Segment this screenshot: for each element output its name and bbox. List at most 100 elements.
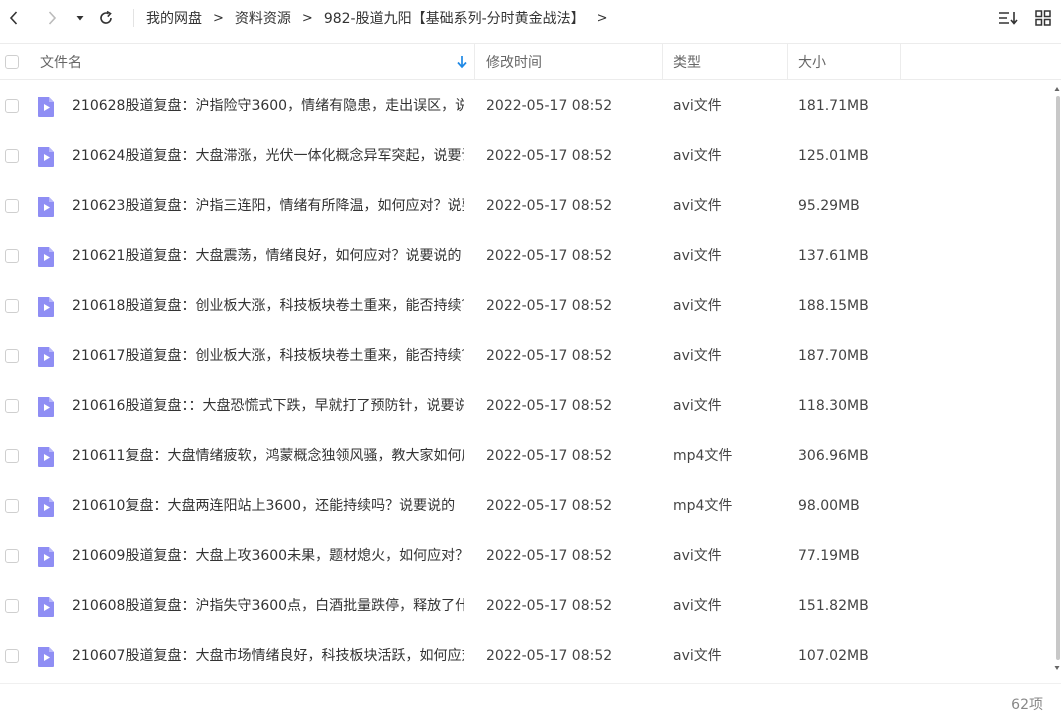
row-checkbox[interactable] bbox=[5, 649, 19, 663]
status-bar: 62项 bbox=[0, 683, 1061, 719]
file-size: 181.71MB bbox=[798, 98, 869, 114]
row-checkbox[interactable] bbox=[5, 549, 19, 563]
file-row[interactable]: 210618股道复盘：创业板大涨，科技板块卷土重来，能否持续？说要说的... 20… bbox=[0, 281, 1052, 331]
video-file-icon bbox=[38, 597, 54, 617]
row-checkbox[interactable] bbox=[5, 499, 19, 513]
refresh-button[interactable] bbox=[96, 6, 116, 30]
grid-view-icon bbox=[1035, 10, 1051, 26]
file-row[interactable]: 210623股道复盘：沪指三连阳，情绪有所降温，如何应对？说要说的（大中小...… bbox=[0, 181, 1052, 231]
sort-down-arrow-icon[interactable] bbox=[456, 55, 468, 69]
file-list-header: 文件名 修改时间 类型 大小 bbox=[0, 43, 1061, 80]
file-list: 210628股道复盘：沪指险守3600，情绪有隐患，走出误区，说要说的（大中小.… bbox=[0, 81, 1052, 682]
file-row[interactable]: 210621股道复盘：大盘震荡，情绪良好，如何应对？说要说的（大中小... 202… bbox=[0, 231, 1052, 281]
file-name[interactable]: 210611复盘：大盘情绪疲软，鸿蒙概念独领风骚，教大家如何应对... bbox=[72, 446, 464, 466]
breadcrumb-item-current-folder[interactable]: 982-股道九阳【基础系列-分时黄金战法】 bbox=[324, 8, 585, 28]
file-row[interactable]: 210616股道复盘：：大盘恐慌式下跌，早就打了预防针，说要说的（大中小... 2… bbox=[0, 381, 1052, 431]
file-size: 188.15MB bbox=[798, 298, 869, 314]
row-checkbox[interactable] bbox=[5, 199, 19, 213]
forward-button[interactable] bbox=[42, 6, 62, 30]
file-name[interactable]: 210616股道复盘：：大盘恐慌式下跌，早就打了预防针，说要说的（大中小... bbox=[72, 396, 464, 416]
file-name[interactable]: 210624股道复盘：大盘滞涨，光伏一体化概念异军突起，说要说的（大中小... bbox=[72, 146, 464, 166]
history-dropdown-button[interactable] bbox=[72, 6, 88, 30]
sort-options-button[interactable] bbox=[997, 8, 1019, 28]
file-name[interactable]: 210623股道复盘：沪指三连阳，情绪有所降温，如何应对？说要说的（大中小... bbox=[72, 196, 464, 216]
file-modified-time: 2022-05-17 08:52 bbox=[486, 298, 613, 314]
row-checkbox[interactable] bbox=[5, 299, 19, 313]
item-count: 62项 bbox=[1011, 697, 1043, 713]
file-name[interactable]: 210617股道复盘：创业板大涨，科技板块卷土重来，能否持续？说要说的... bbox=[72, 346, 464, 366]
column-divider[interactable] bbox=[787, 44, 788, 79]
row-checkbox[interactable] bbox=[5, 449, 19, 463]
file-row[interactable]: 210607股道复盘：大盘市场情绪良好，科技板块活跃，如何应对？说要... 202… bbox=[0, 631, 1052, 681]
select-all-checkbox[interactable] bbox=[5, 54, 19, 69]
file-row[interactable]: 210628股道复盘：沪指险守3600，情绪有隐患，走出误区，说要说的（大中小.… bbox=[0, 81, 1052, 131]
refresh-icon bbox=[100, 10, 112, 24]
column-header-mtime[interactable]: 修改时间 bbox=[486, 44, 542, 79]
scroll-down-arrow-icon[interactable] bbox=[1054, 665, 1060, 671]
file-name[interactable]: 210609股道复盘：大盘上攻3600未果，题材熄火，如何应对？说要说的... bbox=[72, 546, 464, 566]
video-file-icon bbox=[38, 297, 54, 317]
file-size: 98.00MB bbox=[798, 498, 860, 514]
sort-list-icon bbox=[999, 12, 1018, 25]
chevron-left-icon bbox=[9, 11, 18, 25]
file-type: avi文件 bbox=[673, 398, 722, 414]
file-row[interactable]: 210609股道复盘：大盘上攻3600未果，题材熄火，如何应对？说要说的... 2… bbox=[0, 531, 1052, 581]
file-name[interactable]: 210608股道复盘：沪指失守3600点，白酒批量跌停，释放了什么信号... bbox=[72, 596, 464, 616]
file-row[interactable]: 210624股道复盘：大盘滞涨，光伏一体化概念异军突起，说要说的（大中小... 2… bbox=[0, 131, 1052, 181]
back-button[interactable] bbox=[4, 6, 24, 30]
row-checkbox[interactable] bbox=[5, 349, 19, 363]
file-row[interactable]: 210617股道复盘：创业板大涨，科技板块卷土重来，能否持续？说要说的... 20… bbox=[0, 331, 1052, 381]
file-type: mp4文件 bbox=[673, 448, 733, 464]
breadcrumb-item-my-drive[interactable]: 我的网盘 bbox=[146, 8, 202, 28]
scroll-up-arrow-icon[interactable] bbox=[1054, 86, 1060, 92]
file-row[interactable]: 210611复盘：大盘情绪疲软，鸿蒙概念独领风骚，教大家如何应对... 2022-… bbox=[0, 431, 1052, 481]
file-size: 107.02MB bbox=[798, 648, 869, 664]
file-type: avi文件 bbox=[673, 298, 722, 314]
column-header-type[interactable]: 类型 bbox=[673, 44, 701, 79]
file-type: avi文件 bbox=[673, 148, 722, 164]
file-modified-time: 2022-05-17 08:52 bbox=[486, 348, 613, 364]
file-type: avi文件 bbox=[673, 548, 722, 564]
file-type: mp4文件 bbox=[673, 498, 733, 514]
file-size: 118.30MB bbox=[798, 398, 869, 414]
file-type: avi文件 bbox=[673, 198, 722, 214]
video-file-icon bbox=[38, 147, 54, 167]
file-type: avi文件 bbox=[673, 348, 722, 364]
breadcrumb-more-button[interactable]: > bbox=[597, 11, 608, 26]
row-checkbox[interactable] bbox=[5, 599, 19, 613]
file-modified-time: 2022-05-17 08:52 bbox=[486, 548, 613, 564]
file-modified-time: 2022-05-17 08:52 bbox=[486, 148, 613, 164]
column-divider[interactable] bbox=[662, 44, 663, 79]
row-checkbox[interactable] bbox=[5, 399, 19, 413]
column-divider[interactable] bbox=[900, 44, 901, 79]
column-divider[interactable] bbox=[474, 44, 475, 79]
file-name[interactable]: 210607股道复盘：大盘市场情绪良好，科技板块活跃，如何应对？说要... bbox=[72, 646, 464, 666]
file-row[interactable]: 210608股道复盘：沪指失守3600点，白酒批量跌停，释放了什么信号... 20… bbox=[0, 581, 1052, 631]
row-checkbox[interactable] bbox=[5, 99, 19, 113]
file-size: 151.82MB bbox=[798, 598, 869, 614]
file-modified-time: 2022-05-17 08:52 bbox=[486, 98, 613, 114]
file-size: 95.29MB bbox=[798, 198, 860, 214]
file-modified-time: 2022-05-17 08:52 bbox=[486, 498, 613, 514]
row-checkbox[interactable] bbox=[5, 249, 19, 263]
file-name[interactable]: 210621股道复盘：大盘震荡，情绪良好，如何应对？说要说的（大中小... bbox=[72, 246, 464, 266]
file-name[interactable]: 210628股道复盘：沪指险守3600，情绪有隐患，走出误区，说要说的（大中小.… bbox=[72, 96, 464, 116]
file-modified-time: 2022-05-17 08:52 bbox=[486, 398, 613, 414]
file-type: avi文件 bbox=[673, 98, 722, 114]
column-header-name[interactable]: 文件名 bbox=[40, 44, 82, 79]
caret-down-icon bbox=[76, 16, 84, 21]
video-file-icon bbox=[38, 647, 54, 667]
toolbar-divider bbox=[133, 9, 134, 27]
file-size: 187.70MB bbox=[798, 348, 869, 364]
file-name[interactable]: 210610复盘：大盘两连阳站上3600，还能持续吗？说要说的（大中小... bbox=[72, 496, 464, 516]
file-name[interactable]: 210618股道复盘：创业板大涨，科技板块卷土重来，能否持续？说要说的... bbox=[72, 296, 464, 316]
file-size: 306.96MB bbox=[798, 448, 869, 464]
video-file-icon bbox=[38, 347, 54, 367]
row-checkbox[interactable] bbox=[5, 149, 19, 163]
breadcrumb-item-resources[interactable]: 资料资源 bbox=[235, 8, 291, 28]
column-header-size[interactable]: 大小 bbox=[798, 44, 826, 79]
file-modified-time: 2022-05-17 08:52 bbox=[486, 248, 613, 264]
file-row[interactable]: 210610复盘：大盘两连阳站上3600，还能持续吗？说要说的（大中小... 20… bbox=[0, 481, 1052, 531]
scrollbar-thumb[interactable] bbox=[1056, 96, 1060, 660]
grid-view-button[interactable] bbox=[1033, 8, 1053, 28]
